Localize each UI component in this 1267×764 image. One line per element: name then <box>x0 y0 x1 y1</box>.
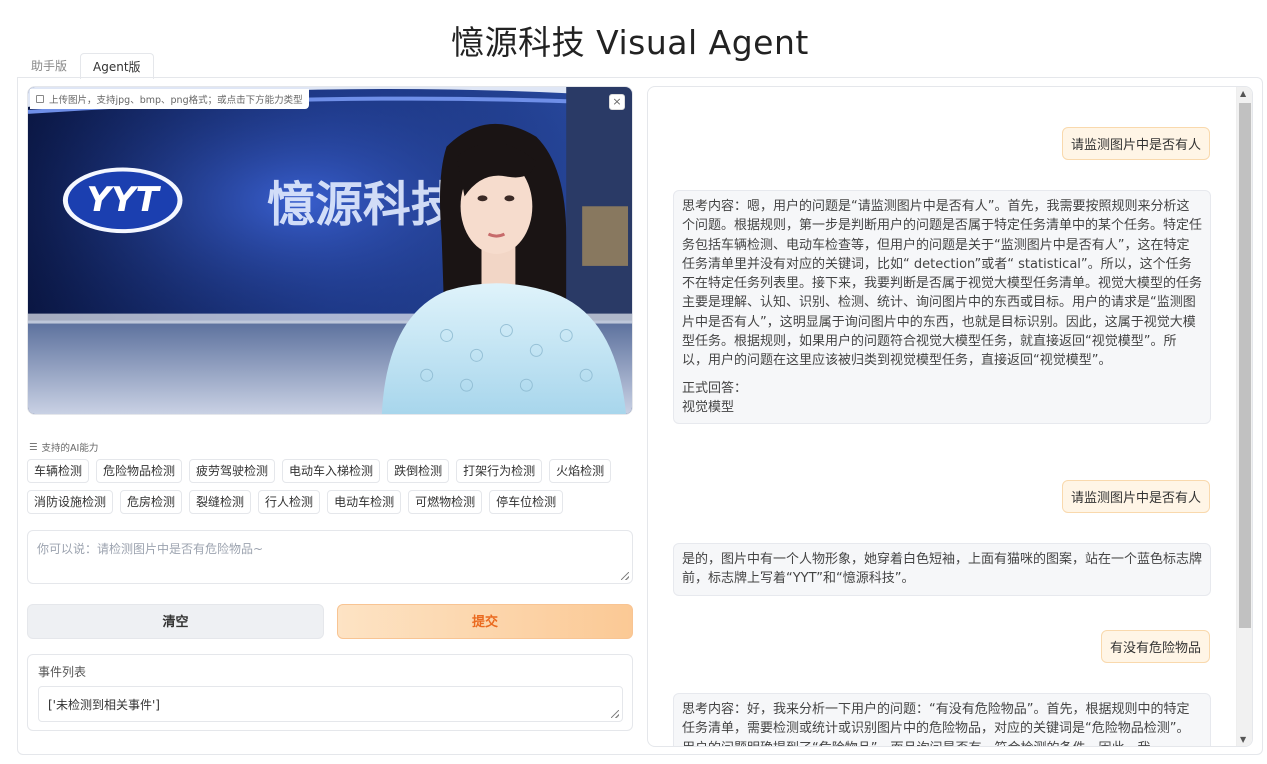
chat-panel[interactable]: 请监测图片中是否有人 思考内容：嗯，用户的问题是“请监测图片中是否有人”。首先，… <box>647 86 1253 747</box>
bot-answer: 视觉模型 <box>682 399 735 415</box>
capability-chip[interactable]: 电动车检测 <box>327 490 402 514</box>
query-placeholder: 你可以说：请检测图片中是否有危险物品~ <box>37 542 264 556</box>
bot-message: 是的，图片中有一个人物形象，她穿着白色短袖，上面有猫咪的图案，站在一个蓝色标志牌… <box>673 543 1211 596</box>
user-message: 请监测图片中是否有人 <box>1061 127 1210 160</box>
capability-chip[interactable]: 电动车入梯检测 <box>282 459 381 483</box>
bot-message: 思考内容：嗯，用户的问题是“请监测图片中是否有人”。首先，我需要按照规则来分析这… <box>673 190 1211 425</box>
user-message: 有没有危险物品 <box>1100 630 1210 663</box>
image-upload-area[interactable]: 上传图片，支持jpg、bmp、png格式；或点击下方能力类型 × YYT 憶源科… <box>27 86 633 415</box>
capability-chip[interactable]: 消防设施检测 <box>27 490 114 514</box>
chat-scrollbar[interactable]: ▲ ▼ <box>1236 87 1252 746</box>
bot-thinking: 思考内容：好，我来分析一下用户的问题：“有没有危险物品”。首先，根据规则中的特定… <box>682 702 1190 746</box>
clear-button[interactable]: 清空 <box>27 604 324 639</box>
capability-list: 车辆检测 危险物品检测 疲劳驾驶检测 电动车入梯检测 跌倒检测 打架行为检测 火… <box>27 459 627 514</box>
tab-agent[interactable]: Agent版 <box>80 53 154 79</box>
page-title: 憶源科技 Visual Agent <box>451 23 809 62</box>
bot-message: 思考内容：好，我来分析一下用户的问题：“有没有危险物品”。首先，根据规则中的特定… <box>673 693 1211 746</box>
tab-bar: 助手版 Agent版 <box>18 52 154 79</box>
bot-thinking: 思考内容：嗯，用户的问题是“请监测图片中是否有人”。首先，我需要按照规则来分析这… <box>682 199 1203 369</box>
capability-chip[interactable]: 行人检测 <box>258 490 321 514</box>
query-input[interactable]: 你可以说：请检测图片中是否有危险物品~ <box>27 530 633 584</box>
capability-chip[interactable]: 火焰检测 <box>549 459 612 483</box>
upload-label: 上传图片，支持jpg、bmp、png格式；或点击下方能力类型 <box>30 89 309 109</box>
user-message: 请监测图片中是否有人 <box>1061 480 1210 513</box>
capability-chip[interactable]: 危险物品检测 <box>96 459 183 483</box>
close-icon[interactable]: × <box>609 94 625 110</box>
image-icon <box>36 95 44 103</box>
capability-chip[interactable]: 疲劳驾驶检测 <box>189 459 276 483</box>
sign-company-text: 憶源科技 <box>267 178 459 233</box>
list-icon: ☰ <box>29 441 38 453</box>
capability-chip[interactable]: 裂缝检测 <box>189 490 252 514</box>
uploaded-image: YYT 憶源科技 <box>28 87 632 414</box>
bot-answer-label: 正式回答： <box>682 380 748 396</box>
event-list-label: 事件列表 <box>38 665 87 679</box>
event-list-panel: 事件列表 ['未检测到相关事件'] <box>27 654 633 731</box>
submit-button[interactable]: 提交 <box>337 604 633 639</box>
scroll-down-icon[interactable]: ▼ <box>1240 735 1246 744</box>
scroll-up-icon[interactable]: ▲ <box>1240 89 1246 98</box>
resize-handle-icon[interactable] <box>611 710 619 718</box>
capabilities-label: ☰ 支持的AI能力 <box>29 441 99 455</box>
capability-chip[interactable]: 打架行为检测 <box>456 459 543 483</box>
capability-chip[interactable]: 危房检测 <box>120 490 183 514</box>
capability-chip[interactable]: 可燃物检测 <box>408 490 483 514</box>
capability-chip[interactable]: 车辆检测 <box>27 459 90 483</box>
capability-chip[interactable]: 跌倒检测 <box>387 459 450 483</box>
resize-handle-icon[interactable] <box>621 572 629 580</box>
event-list-value: ['未检测到相关事件'] <box>48 698 160 712</box>
sign-logo-text: YYT <box>87 180 162 219</box>
event-list-field[interactable]: ['未检测到相关事件'] <box>38 686 623 722</box>
scrollbar-thumb[interactable] <box>1239 103 1251 628</box>
capability-chip[interactable]: 停车位检测 <box>489 490 564 514</box>
tab-assistant[interactable]: 助手版 <box>18 52 80 78</box>
